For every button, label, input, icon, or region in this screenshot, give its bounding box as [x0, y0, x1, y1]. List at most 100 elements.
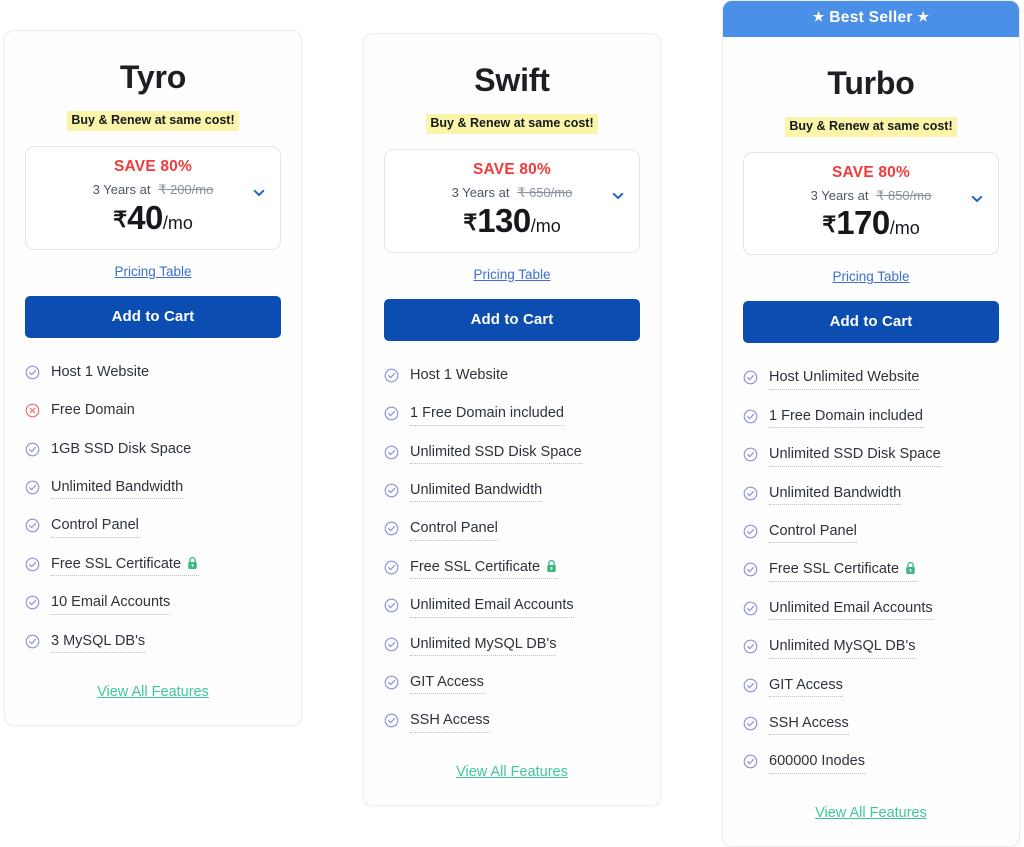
renew-note-wrapper: Buy & Renew at same cost!: [25, 111, 281, 132]
check-circle-icon: [25, 557, 40, 572]
check-circle-icon: [25, 365, 40, 380]
feature-label-wrap: Free Domain: [51, 402, 135, 422]
feature-label-wrap: Control Panel: [51, 517, 139, 538]
check-circle-icon: [743, 754, 758, 769]
current-price: ₹40/mo: [36, 199, 270, 237]
feature-item: Unlimited SSD Disk Space: [743, 446, 999, 467]
view-all-features-wrapper: View All Features: [25, 683, 281, 705]
lock-icon: [186, 556, 199, 570]
feature-label-wrap: 1 Free Domain included: [769, 407, 923, 429]
feature-label-wrap: 10 Email Accounts: [51, 594, 171, 615]
feature-item: Control Panel: [384, 520, 640, 541]
pricing-table-link[interactable]: Pricing Table: [743, 269, 999, 284]
check-circle-icon: [743, 716, 758, 731]
feature-label: Unlimited Bandwidth: [410, 481, 543, 498]
feature-label: 1 Free Domain included: [769, 407, 923, 424]
term-row: 3 Years at ₹ 850/mo: [754, 188, 988, 204]
add-to-cart-button[interactable]: Add to Cart: [743, 301, 999, 344]
feature-label-wrap: GIT Access: [769, 677, 843, 697]
old-price: ₹ 850/mo: [876, 187, 932, 203]
feature-label: Host 1 Website: [51, 363, 150, 380]
feature-label-wrap: Unlimited MySQL DB's: [410, 635, 557, 656]
feature-item: Free SSL Certificate: [743, 561, 999, 582]
add-to-cart-button[interactable]: Add to Cart: [25, 295, 281, 338]
view-all-features-link[interactable]: View All Features: [815, 805, 927, 821]
feature-label: Control Panel: [51, 517, 139, 534]
feature-label-wrap: Free SSL Certificate: [769, 561, 918, 582]
feature-label-wrap: Unlimited MySQL DB's: [769, 638, 916, 659]
feature-item: Unlimited SSD Disk Space: [384, 444, 640, 464]
price-box: SAVE 80% 3 Years at ₹ 850/mo ₹170/mo: [743, 151, 999, 256]
feature-label-wrap: Free SSL Certificate: [51, 555, 200, 577]
feature-label: GIT Access: [769, 676, 843, 693]
term-row: 3 Years at ₹ 200/mo: [36, 182, 270, 198]
term-label: 3 Years at: [92, 182, 151, 198]
feature-item: Host Unlimited Website: [743, 369, 999, 390]
feature-label: Unlimited Email Accounts: [769, 599, 933, 616]
feature-label: GIT Access: [410, 673, 484, 690]
currency-symbol: ₹: [463, 209, 478, 235]
feature-label: Unlimited MySQL DB's: [769, 638, 916, 655]
pricing-table-link[interactable]: Pricing Table: [25, 264, 281, 279]
chevron-down-icon[interactable]: [610, 188, 626, 204]
feature-label-wrap: SSH Access: [769, 715, 849, 736]
star-icon: ★: [917, 9, 930, 24]
pricing-table-link[interactable]: Pricing Table: [384, 267, 640, 282]
feature-label: 3 MySQL DB's: [51, 632, 146, 649]
feature-label-wrap: 3 MySQL DB's: [51, 632, 146, 653]
check-circle-icon: [384, 675, 399, 690]
term-label: 3 Years at: [810, 187, 869, 203]
check-circle-icon: [743, 409, 758, 424]
plan-card-body: Tyro Buy & Renew at same cost! SAVE 80% …: [5, 31, 301, 725]
add-to-cart-button[interactable]: Add to Cart: [384, 298, 640, 341]
feature-item: Unlimited Bandwidth: [25, 479, 281, 500]
feature-item: Unlimited Email Accounts: [743, 599, 999, 621]
features-list: Host 1 Website Free Domain 1GB SSD Disk …: [25, 364, 281, 653]
feature-item: SSH Access: [743, 715, 999, 736]
feature-label: Host 1 Website: [410, 366, 509, 383]
feature-label-wrap: 600000 Inodes: [769, 753, 865, 774]
feature-label: 600000 Inodes: [769, 753, 865, 770]
feature-item: 600000 Inodes: [743, 753, 999, 774]
check-circle-icon: [743, 447, 758, 462]
feature-label: 1GB SSD Disk Space: [51, 440, 192, 457]
chevron-down-icon[interactable]: [251, 185, 267, 201]
lock-icon: [904, 561, 917, 575]
feature-label-wrap: Unlimited Bandwidth: [769, 484, 902, 505]
check-circle-icon: [743, 370, 758, 385]
view-all-features-link[interactable]: View All Features: [456, 764, 568, 780]
feature-item: 1 Free Domain included: [384, 405, 640, 426]
view-all-features-wrapper: View All Features: [743, 804, 999, 826]
feature-item: Unlimited MySQL DB's: [384, 636, 640, 656]
feature-label: SSH Access: [410, 712, 490, 729]
feature-label: Free SSL Certificate: [410, 558, 541, 575]
plan-title: Swift: [474, 62, 550, 98]
feature-label: Unlimited Bandwidth: [769, 484, 902, 501]
feature-label: Unlimited SSD Disk Space: [769, 446, 941, 463]
feature-label: Control Panel: [769, 522, 857, 539]
feature-label: 10 Email Accounts: [51, 594, 171, 611]
currency-symbol: ₹: [822, 212, 837, 238]
feature-label-wrap: Host 1 Website: [410, 367, 508, 387]
feature-label-wrap: Host Unlimited Website: [769, 369, 920, 390]
feature-label: Free SSL Certificate: [51, 555, 182, 572]
check-circle-icon: [743, 524, 758, 539]
feature-label: Control Panel: [410, 520, 498, 537]
feature-item: Unlimited Bandwidth: [384, 481, 640, 503]
pricing-plans-row: Tyro Buy & Renew at same cost! SAVE 80% …: [0, 0, 1024, 847]
best-seller-banner: ★ Best Seller ★: [723, 1, 1019, 37]
feature-label-wrap: 1GB SSD Disk Space: [51, 441, 191, 461]
save-badge: SAVE 80%: [473, 161, 551, 179]
feature-item: GIT Access: [384, 673, 640, 695]
feature-item: 3 MySQL DB's: [25, 633, 281, 653]
chevron-down-icon[interactable]: [969, 191, 985, 207]
plan-card-body: Turbo Buy & Renew at same cost! SAVE 80%…: [723, 37, 1019, 846]
plan-title: Tyro: [119, 59, 187, 95]
feature-label: Unlimited SSD Disk Space: [410, 443, 582, 460]
view-all-features-link[interactable]: View All Features: [97, 684, 209, 700]
feature-label-wrap: Unlimited Bandwidth: [51, 479, 184, 500]
price-amount: 170: [836, 204, 890, 242]
price-period: /mo: [530, 215, 561, 236]
feature-label-wrap: 1 Free Domain included: [410, 405, 564, 426]
feature-label: Unlimited MySQL DB's: [410, 635, 557, 652]
